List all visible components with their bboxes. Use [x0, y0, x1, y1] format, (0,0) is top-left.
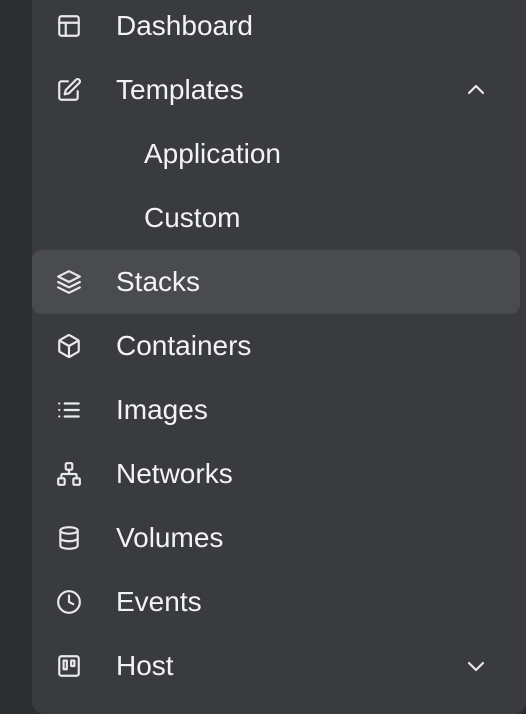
chevron-down-icon[interactable]	[464, 654, 488, 678]
sidebar-item-containers[interactable]: Containers	[32, 314, 520, 378]
sidebar-item-label: Host	[116, 650, 174, 681]
sidebar-subitem-label: Custom	[144, 202, 241, 233]
network-icon	[56, 461, 82, 487]
sidebar-subitem-label: Application	[144, 138, 281, 169]
sidebar-item-label: Volumes	[116, 522, 224, 553]
sidebar-item-dashboard[interactable]: Dashboard	[32, 0, 520, 58]
chevron-up-icon[interactable]	[464, 78, 488, 102]
box-icon	[56, 333, 82, 359]
sidebar-item-label: Dashboard	[116, 10, 253, 41]
sidebar-subitem-application[interactable]: Application	[32, 122, 520, 186]
sidebar-item-label: Images	[116, 394, 208, 425]
sidebar-item-label: Containers	[116, 330, 252, 361]
database-icon	[56, 525, 82, 551]
sidebar-item-volumes[interactable]: Volumes	[32, 506, 520, 570]
sidebar-item-templates[interactable]: Templates	[32, 58, 520, 122]
sidebar-item-label: Stacks	[116, 266, 201, 297]
sidebar-item-label: Events	[116, 586, 202, 617]
list-icon	[56, 397, 82, 423]
layers-icon	[56, 269, 82, 295]
host-icon	[56, 653, 82, 679]
sidebar-item-label: Templates	[116, 74, 244, 105]
clock-icon	[56, 589, 82, 615]
sidebar-item-label: Networks	[116, 458, 233, 489]
sidebar-item-host[interactable]: Host	[32, 634, 520, 698]
layout-icon	[56, 13, 82, 39]
sidebar-item-images[interactable]: Images	[32, 378, 520, 442]
sidebar-subitem-custom[interactable]: Custom	[32, 186, 520, 250]
sidebar-nav: Dashboard Templates Application Custom S…	[32, 0, 526, 714]
sidebar-item-networks[interactable]: Networks	[32, 442, 520, 506]
edit-icon	[56, 77, 82, 103]
sidebar-item-stacks[interactable]: Stacks	[32, 250, 520, 314]
sidebar-item-events[interactable]: Events	[32, 570, 520, 634]
outer-left-strip	[0, 0, 32, 714]
